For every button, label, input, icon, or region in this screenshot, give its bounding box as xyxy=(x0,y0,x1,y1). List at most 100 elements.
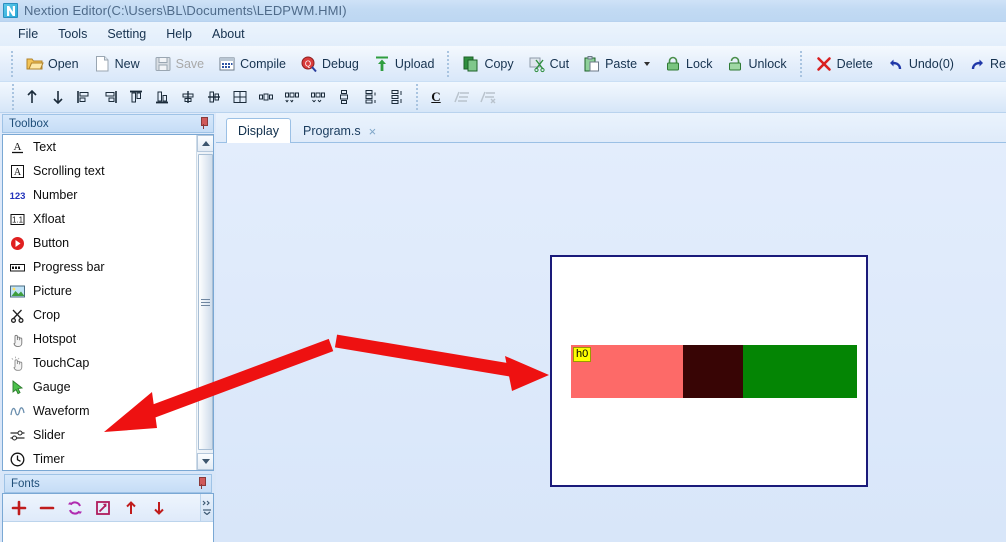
picture-image-icon xyxy=(9,283,26,300)
copy-button[interactable]: Copy xyxy=(455,51,520,77)
unlock-button[interactable]: Unlock xyxy=(719,51,793,77)
nextion-editor-window: Nextion Editor(C:\Users\BL\Documents\LED… xyxy=(0,0,1006,542)
open-button[interactable]: Open xyxy=(19,51,86,77)
toolbox-item-crop[interactable]: Crop xyxy=(3,303,193,327)
chevron-down-icon[interactable] xyxy=(644,61,651,66)
toolbox-item-text[interactable]: A Text xyxy=(3,135,193,159)
align-right-icon[interactable] xyxy=(98,85,122,109)
move-up-icon[interactable] xyxy=(20,85,44,109)
menu-file[interactable]: File xyxy=(8,24,48,44)
left-dock: Toolbox A Text A Scrolling text 123 Numb… xyxy=(0,113,216,542)
toolbox-item-scrolling-text[interactable]: A Scrolling text xyxy=(3,159,193,183)
align-separator xyxy=(12,84,14,110)
green-cursor-gauge-icon xyxy=(9,379,26,396)
scroll-thumb[interactable] xyxy=(198,154,213,450)
edit-font-icon[interactable] xyxy=(93,498,113,518)
same-width-icon[interactable] xyxy=(254,85,278,109)
move-down-icon[interactable] xyxy=(46,85,70,109)
add-font-icon[interactable] xyxy=(9,498,29,518)
debug-button[interactable]: Q Debug xyxy=(293,51,366,77)
fonts-list[interactable] xyxy=(3,522,213,542)
pin-icon[interactable] xyxy=(196,477,207,490)
toolbox-item-hotspot[interactable]: Hotspot xyxy=(3,327,193,351)
align-left-icon[interactable] xyxy=(72,85,96,109)
toolbox-scrollbar[interactable] xyxy=(196,135,213,470)
menu-help[interactable]: Help xyxy=(156,24,202,44)
distribute-vertical-even-icon[interactable] xyxy=(384,85,408,109)
upload-arrow-icon xyxy=(373,55,391,73)
move-font-down-icon[interactable] xyxy=(149,498,169,518)
copy-icon xyxy=(462,55,480,73)
italic-list-icon[interactable] xyxy=(450,85,474,109)
toolbox-item-progress-bar[interactable]: Progress bar xyxy=(3,255,193,279)
menu-tools[interactable]: Tools xyxy=(48,24,97,44)
close-icon[interactable]: × xyxy=(368,125,378,138)
canvas-area[interactable]: h0 xyxy=(216,143,1006,542)
content-area: Display Program.s × h0 xyxy=(216,113,1006,542)
italic-list-clear-icon[interactable] xyxy=(476,85,500,109)
toolbar-separator xyxy=(11,50,13,77)
toolbox-item-button[interactable]: Button xyxy=(3,231,193,255)
toolbox-item-number[interactable]: 123 Number xyxy=(3,183,193,207)
toolbox-item-label: Slider xyxy=(33,428,65,442)
toolbox-item-label: Text xyxy=(33,140,56,154)
toolbox-item-picture[interactable]: Picture xyxy=(3,279,193,303)
align-center-vertical-icon[interactable] xyxy=(176,85,200,109)
tab-program-s[interactable]: Program.s × xyxy=(291,118,389,143)
slider-track-mid[interactable] xyxy=(682,345,743,398)
align-bottom-icon[interactable] xyxy=(150,85,174,109)
toolbox-item-label: Gauge xyxy=(33,380,71,394)
cut-button[interactable]: Cut xyxy=(521,51,576,77)
slider-track-right[interactable] xyxy=(742,345,857,398)
menu-about[interactable]: About xyxy=(202,24,255,44)
lock-button-label: Lock xyxy=(686,56,713,71)
distribute-horizontal-icon[interactable] xyxy=(280,85,304,109)
main-toolbar: Open New Save Compile Q Debug Upload Cop… xyxy=(0,46,1006,82)
toolbox-item-gauge[interactable]: Gauge xyxy=(3,375,193,399)
widget-name-badge: h0 xyxy=(573,347,592,362)
toolbox-item-slider[interactable]: Slider xyxy=(3,423,193,447)
compile-button[interactable]: Compile xyxy=(211,51,293,77)
hand-touch-icon xyxy=(9,355,26,372)
distribute-horizontal-even-icon[interactable] xyxy=(306,85,330,109)
scroll-up-arrow-icon[interactable] xyxy=(197,135,213,152)
delete-button[interactable]: Delete xyxy=(808,51,880,77)
tab-display[interactable]: Display xyxy=(226,118,291,143)
paste-icon xyxy=(583,55,601,73)
toolbar-overflow-icon[interactable] xyxy=(200,494,213,521)
toolbox-item-waveform[interactable]: Waveform xyxy=(3,399,193,423)
undo-button[interactable]: Undo(0) xyxy=(880,51,961,77)
new-button[interactable]: New xyxy=(86,51,147,77)
redo-button[interactable]: Redo(0) xyxy=(961,51,1006,77)
upload-button[interactable]: Upload xyxy=(366,51,442,77)
design-canvas[interactable]: h0 xyxy=(550,255,868,487)
lock-button[interactable]: Lock xyxy=(657,51,719,77)
pin-icon[interactable] xyxy=(198,117,209,130)
toolbox-item-label: Crop xyxy=(33,308,61,322)
toolbox-item-timer[interactable]: Timer xyxy=(3,447,193,470)
slider-widget[interactable]: h0 xyxy=(571,345,857,398)
toolbox-panel: A Text A Scrolling text 123 Number 1.1 X… xyxy=(2,134,214,471)
svg-text:1.1: 1.1 xyxy=(12,215,24,224)
paste-button[interactable]: Paste xyxy=(576,51,657,77)
move-font-up-icon[interactable] xyxy=(121,498,141,518)
grid-center-icon[interactable] xyxy=(228,85,252,109)
toolbar-group-history: Delete Undo(0) Redo(0) xyxy=(808,46,1006,81)
save-button[interactable]: Save xyxy=(147,51,212,77)
svg-text:A: A xyxy=(14,141,22,153)
align-center-horizontal-icon[interactable] xyxy=(202,85,226,109)
align-top-icon[interactable] xyxy=(124,85,148,109)
menu-setting[interactable]: Setting xyxy=(97,24,156,44)
scroll-down-arrow-icon[interactable] xyxy=(197,453,213,470)
toolbox-item-touchcap[interactable]: TouchCap xyxy=(3,351,193,375)
fonts-title: Fonts xyxy=(11,477,40,490)
remove-font-icon[interactable] xyxy=(37,498,57,518)
cut-button-label: Cut xyxy=(549,56,570,71)
toolbox-item-xfloat[interactable]: 1.1 Xfloat xyxy=(3,207,193,231)
progress-bar-icon xyxy=(9,259,26,276)
distribute-vertical-icon[interactable] xyxy=(358,85,382,109)
tab-strip: Display Program.s × xyxy=(216,113,1006,143)
same-height-icon[interactable] xyxy=(332,85,356,109)
refresh-font-icon[interactable] xyxy=(65,498,85,518)
code-c-icon[interactable]: C xyxy=(424,85,448,109)
